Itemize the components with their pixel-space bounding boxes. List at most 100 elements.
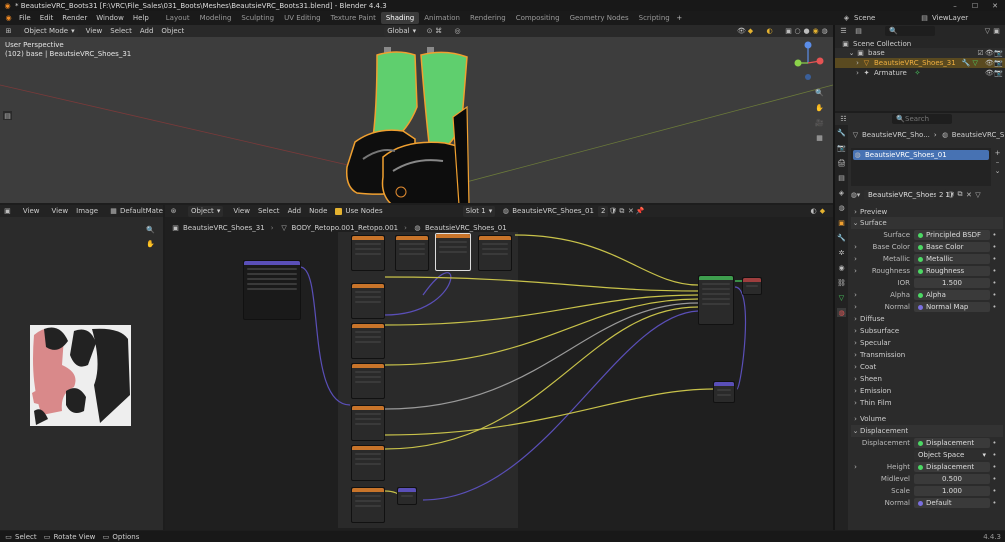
sidebar-toggle-icon[interactable]: ▤ (3, 111, 12, 120)
outliner-filter-icon[interactable]: ▽ (983, 27, 992, 36)
close-icon[interactable]: ✕ (985, 1, 1005, 10)
slot-menu-icon[interactable]: ⌄ (993, 166, 1002, 175)
outliner[interactable]: ☰ ▤ 🔍 ▽ ▣ ▣ Scene Collection ⌄ ▣ base ☑ … (835, 25, 1005, 111)
material-slot-item[interactable]: ◍ BeautsieVRC_Shoes_01 (853, 150, 989, 160)
menu-help[interactable]: Help (133, 14, 149, 22)
hide-eye-icon[interactable]: 👁 (985, 59, 994, 68)
emission-panel-header[interactable]: › Emission (851, 385, 1003, 397)
material-output-node[interactable] (742, 277, 762, 295)
tab-layout[interactable]: Layout (161, 14, 195, 22)
diffuse-panel-header[interactable]: › Diffuse (851, 313, 1003, 325)
coat-panel-header[interactable]: › Coat (851, 361, 1003, 373)
property-link-field[interactable]: Default (914, 498, 990, 508)
physics-tab-icon[interactable]: ◉ (837, 263, 846, 272)
tab-sculpting[interactable]: Sculpting (236, 14, 279, 22)
tab-scripting[interactable]: Scripting (634, 14, 675, 22)
material-browse-icon[interactable]: ◍▾ (851, 190, 861, 199)
property-link-field[interactable]: Metallic (914, 254, 990, 264)
expand-arrow-icon[interactable]: › (851, 291, 860, 300)
specular-panel-header[interactable]: › Specular (851, 337, 1003, 349)
image-browse-icon[interactable]: ▦ (110, 207, 117, 216)
expand-arrow-icon[interactable]: › (853, 59, 862, 68)
image-editor[interactable]: ▣ View View Image ▦ DefaultMate 🔍 ✋ (0, 205, 163, 530)
property-number-field[interactable]: 1.000 (914, 486, 990, 496)
render-camera-icon[interactable]: 📷 (994, 69, 1003, 78)
menu-edit[interactable]: Edit (40, 14, 54, 22)
property-link-field[interactable]: Normal Map (914, 302, 990, 312)
image-zoom-icon[interactable]: 🔍 (146, 225, 155, 234)
keyframe-dot-icon[interactable]: • (990, 243, 999, 252)
expand-arrow-icon[interactable]: › (851, 267, 860, 276)
render-camera-icon[interactable]: 📷 (994, 59, 1003, 68)
particles-tab-icon[interactable]: ✲ (837, 248, 846, 257)
property-link-field[interactable]: Alpha (914, 290, 990, 300)
navigation-gizmo[interactable] (790, 39, 828, 83)
material-slot-list[interactable]: ◍ BeautsieVRC_Shoes_01 (851, 148, 991, 186)
duplicate-icon[interactable]: ⧉ (955, 190, 964, 199)
keyframe-dot-icon[interactable]: • (990, 499, 999, 508)
tab-shading[interactable]: Shading (380, 12, 420, 24)
tab-animation[interactable]: Animation (419, 14, 465, 22)
image-name[interactable]: DefaultMate (120, 207, 163, 215)
keyframe-dot-icon[interactable]: • (990, 267, 999, 276)
expand-arrow-icon[interactable]: › (853, 69, 862, 78)
properties-editor[interactable]: 🔧 📷 🖨 ▤ ◈ ◍ ▣ 🔧 ✲ ◉ ⛓ ▽ ◍ ☷ 🔍 Search ▽ Be… (835, 113, 1005, 530)
keyframe-dot-icon[interactable]: • (990, 439, 999, 448)
view-layer-tab-icon[interactable]: ▤ (837, 173, 846, 182)
unlink-icon[interactable]: ✕ (964, 190, 973, 199)
expand-arrow-icon[interactable]: › (851, 463, 860, 472)
image-menu-view2[interactable]: View (52, 207, 69, 215)
properties-type-icon[interactable]: ☷ (839, 115, 848, 124)
render-tab-icon[interactable]: 📷 (837, 143, 846, 152)
texture-node-3[interactable] (435, 233, 471, 271)
viewport-3d[interactable]: ⊞ Object Mode ▾ View Select Add Object Gl… (0, 25, 833, 203)
fake-user-icon[interactable]: 🛡 (946, 190, 956, 199)
material-users[interactable]: 2 (936, 189, 947, 200)
tab-rendering[interactable]: Rendering (465, 14, 511, 22)
texture-node-8[interactable] (351, 405, 385, 441)
texture-node-2[interactable] (395, 235, 429, 271)
output-tab-icon[interactable]: 🖨 (837, 158, 846, 167)
scene-tab-icon[interactable]: ◈ (837, 188, 846, 197)
texture-node-5[interactable] (351, 283, 385, 319)
expand-arrow-icon[interactable]: › (851, 303, 860, 312)
transmission-panel-header[interactable]: › Transmission (851, 349, 1003, 361)
filter-icon[interactable]: ▽ (973, 190, 982, 199)
keyframe-dot-icon[interactable]: • (990, 255, 999, 264)
mapping-node[interactable] (243, 260, 301, 320)
property-dropdown[interactable]: Object Space ▾ (914, 450, 990, 460)
image-menu-view1[interactable]: View (23, 207, 40, 215)
property-number-field[interactable]: 0.500 (914, 474, 990, 484)
tool-tab-icon[interactable]: 🔧 (837, 128, 846, 137)
keyframe-dot-icon[interactable]: • (990, 463, 999, 472)
material-tab-icon[interactable]: ◍ (837, 308, 846, 317)
texture-node-7[interactable] (351, 363, 385, 399)
constraints-tab-icon[interactable]: ⛓ (837, 278, 846, 287)
scene-name[interactable]: Scene (854, 14, 906, 22)
property-link-field[interactable]: Roughness (914, 266, 990, 276)
keyframe-dot-icon[interactable]: • (990, 475, 999, 484)
texture-node-1[interactable] (351, 235, 385, 271)
tab-compositing[interactable]: Compositing (511, 14, 565, 22)
outliner-row-scene-collection[interactable]: ▣ Scene Collection (835, 39, 1005, 48)
outliner-row-armature[interactable]: › ✦ Armature ✧ 👁 📷 (835, 68, 1005, 78)
image-pan-icon[interactable]: ✋ (146, 239, 155, 248)
keyframe-dot-icon[interactable]: • (990, 451, 999, 460)
render-camera-icon[interactable]: 📷 (994, 49, 1003, 58)
subsurface-panel-header[interactable]: › Subsurface (851, 325, 1003, 337)
checkbox-icon[interactable]: ☑ (976, 49, 985, 58)
texture-node-6[interactable] (351, 323, 385, 359)
menu-file[interactable]: File (19, 14, 31, 22)
expand-arrow-icon[interactable]: › (851, 243, 860, 252)
menu-render[interactable]: Render (62, 14, 87, 22)
property-number-field[interactable]: 1.500 (914, 278, 990, 288)
property-link-field[interactable]: Principled BSDF (914, 230, 990, 240)
principled-bsdf-node[interactable] (698, 275, 734, 325)
tab-modeling[interactable]: Modeling (195, 14, 237, 22)
property-link-field[interactable]: Displacement (914, 438, 990, 448)
keyframe-dot-icon[interactable]: • (990, 279, 999, 288)
volume-panel-header[interactable]: › Volume (851, 413, 1003, 425)
sheen-panel-header[interactable]: › Sheen (851, 373, 1003, 385)
data-tab-icon[interactable]: ▽ (837, 293, 846, 302)
outliner-display-icon[interactable]: ▤ (854, 27, 863, 36)
